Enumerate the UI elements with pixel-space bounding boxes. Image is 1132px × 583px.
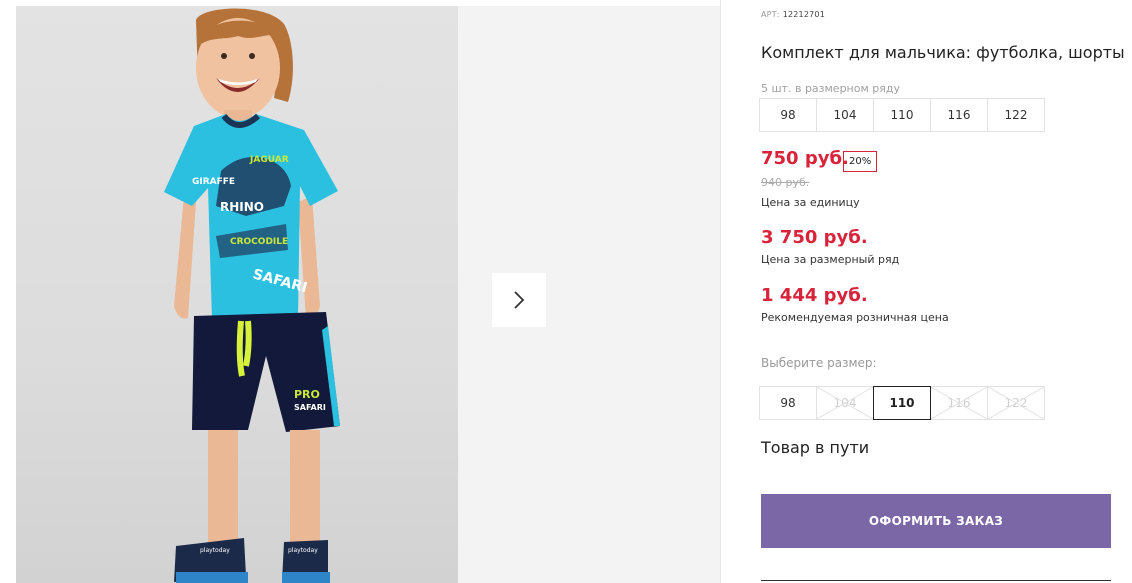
bottom-divider [761, 580, 1111, 581]
chevron-right-icon [514, 291, 525, 309]
size-option-116[interactable]: 116 [930, 386, 988, 420]
print-pro: PRO [294, 388, 320, 401]
range-count-note: 5 шт. в размерном ряду [761, 82, 900, 95]
range-size-104: 104 [816, 98, 874, 132]
size-option-122[interactable]: 122 [987, 386, 1045, 420]
old-price: 940 руб. [761, 176, 810, 189]
range-price: 3 750 руб. [761, 227, 868, 248]
product-title: Комплект для мальчика: футболка, шорты [761, 43, 1125, 62]
article-value: 12212701 [782, 10, 826, 19]
product-gallery: JAGUAR GIRAFFE RHINO CROCODILE SAFARI PR… [0, 0, 720, 583]
discount-badge: 20% [843, 151, 878, 172]
size-option-98[interactable]: 98 [759, 386, 817, 420]
print-shorts-safari: SAFARI [294, 403, 326, 412]
size-option-104[interactable]: 104 [816, 386, 874, 420]
print-rhino: RHINO [220, 200, 264, 214]
size-select-label: Выберите размер: [761, 356, 877, 370]
size-range-list: 98 104 110 116 122 [759, 98, 1045, 132]
boy-illustration: JAGUAR GIRAFFE RHINO CROCODILE SAFARI PR… [164, 8, 340, 583]
unavailable-cross-icon [931, 387, 987, 419]
order-button[interactable]: ОФОРМИТЬ ЗАКАЗ [761, 494, 1111, 548]
size-option-label: 98 [780, 396, 796, 410]
unavailable-cross-icon [817, 387, 873, 419]
article-number: АРТ: 12212701 [761, 10, 825, 19]
size-selector: 98 104 110 116 122 [759, 386, 1045, 420]
sandal-brand-left: playtoday [200, 547, 230, 554]
sandal-brand-right: playtoday [288, 547, 318, 554]
print-giraffe: GIRAFFE [192, 177, 235, 187]
unavailable-cross-icon [988, 387, 1044, 419]
product-photo[interactable]: JAGUAR GIRAFFE RHINO CROCODILE SAFARI PR… [16, 6, 458, 583]
print-crocodile: CROCODILE [230, 237, 288, 247]
stock-status: Товар в пути [761, 438, 870, 457]
column-divider [720, 0, 721, 583]
range-size-98: 98 [759, 98, 817, 132]
rrp-price-label: Рекомендуемая розничная цена [761, 311, 949, 324]
article-label: АРТ: [761, 10, 780, 19]
gallery-next-button[interactable] [492, 273, 546, 327]
range-price-label: Цена за размерный ряд [761, 253, 900, 266]
print-jaguar: JAGUAR [249, 155, 289, 165]
unit-price-label: Цена за единицу [761, 196, 860, 209]
unit-price: 750 руб. [761, 148, 849, 169]
range-size-110: 110 [873, 98, 931, 132]
range-size-116: 116 [930, 98, 988, 132]
size-option-label: 110 [889, 396, 915, 410]
range-size-122: 122 [987, 98, 1045, 132]
rrp-price: 1 444 руб. [761, 285, 868, 306]
size-option-110[interactable]: 110 [873, 386, 931, 420]
